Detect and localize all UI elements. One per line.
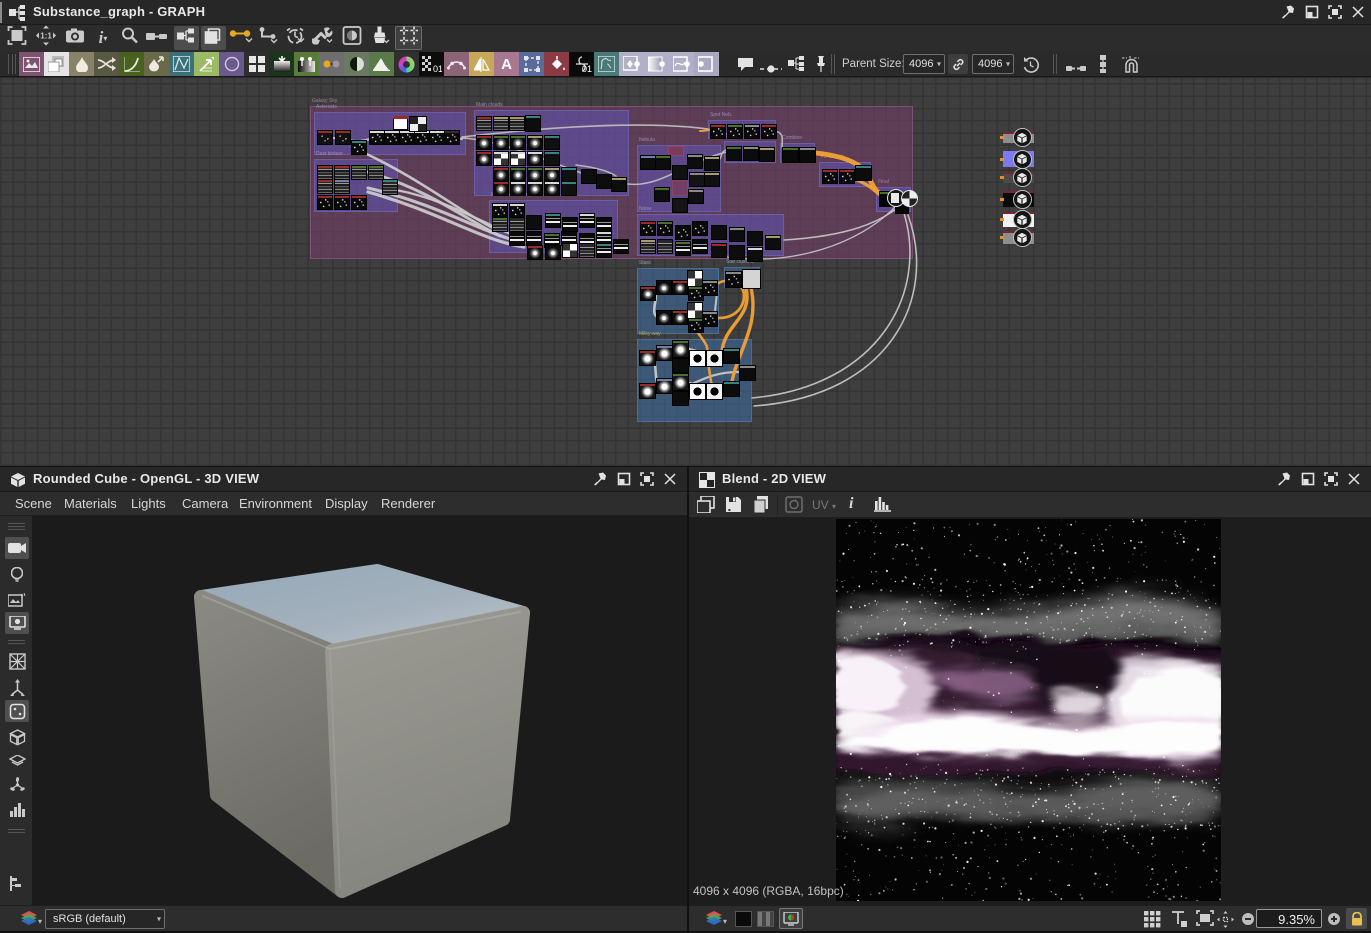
svg-text:1:1: 1:1 (40, 32, 52, 41)
svg-text:01: 01 (433, 64, 442, 73)
svg-text:01: 01 (582, 64, 592, 73)
